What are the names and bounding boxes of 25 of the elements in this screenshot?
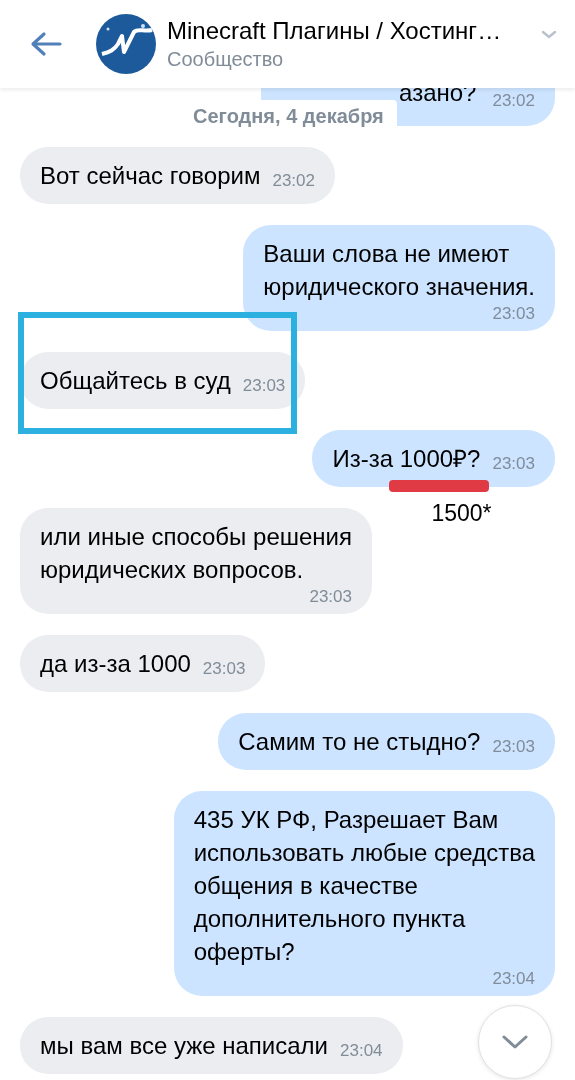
message-time: 23:04 xyxy=(340,1040,383,1062)
message-text: или иные способы решения юридических вопросов. xyxy=(40,522,352,585)
message-time: 23:03 xyxy=(492,453,535,475)
message-text: Вот сейчас говорим xyxy=(40,161,261,191)
correction-note: 1500* xyxy=(431,500,492,526)
message-time: 23:02 xyxy=(492,90,535,112)
message-time: 23:03 xyxy=(492,736,535,758)
message-text: Общайтесь в суд xyxy=(40,366,231,396)
message-text: да из-за 1000 xyxy=(40,649,191,679)
chevron-down-icon xyxy=(501,1034,529,1050)
back-arrow-icon[interactable] xyxy=(30,31,62,57)
message-text: 435 УК РФ, Разрешает Вам использовать любые средства общения в качестве дополнительного пункта оферты? xyxy=(193,805,535,967)
message-time: 23:03 xyxy=(309,586,352,608)
message-time: 23:03 xyxy=(492,303,535,325)
message-time: 23:02 xyxy=(272,170,315,192)
message-text: мы вам все уже написали xyxy=(40,1031,328,1061)
chat-subtitle: Сообщество xyxy=(167,47,285,72)
chat-title: Minecraft Плагины / Хостинг… xyxy=(167,16,503,46)
message-time: 23:03 xyxy=(242,375,286,397)
message-time: 23:03 xyxy=(202,658,246,680)
message-text: Ваши слова не имеют юридического значения. xyxy=(263,239,535,302)
avatar-logo[interactable] xyxy=(96,14,156,74)
message-text: Из-за 1000₽? xyxy=(332,444,481,474)
message-text: Самим то не стыдно? xyxy=(238,727,481,757)
message-time: 23:04 xyxy=(492,968,535,990)
